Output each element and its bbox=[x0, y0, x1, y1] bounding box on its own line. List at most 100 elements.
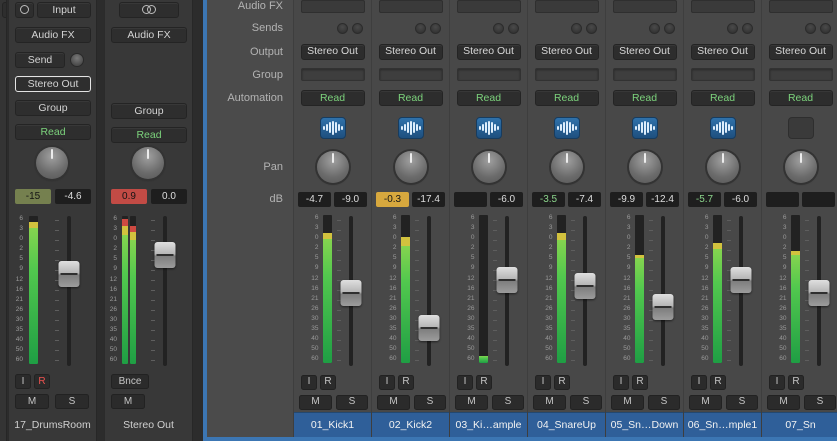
pan-knob[interactable] bbox=[784, 150, 817, 183]
record-enable-button[interactable]: R bbox=[398, 374, 414, 390]
volume-fader[interactable] bbox=[336, 212, 365, 370]
pan-knob[interactable] bbox=[550, 150, 583, 183]
pan-knob[interactable] bbox=[472, 150, 505, 183]
audio-fx-slot-button[interactable]: Audio FX bbox=[15, 27, 91, 43]
solo-button[interactable]: S bbox=[648, 394, 680, 410]
input-slot-button[interactable]: Input bbox=[37, 2, 91, 18]
input-monitoring-button[interactable]: I bbox=[691, 374, 707, 390]
automation-mode-button[interactable]: Read bbox=[15, 124, 91, 140]
output-button[interactable]: Stereo Out bbox=[534, 43, 599, 60]
output-button[interactable]: Stereo Out bbox=[378, 43, 443, 60]
audio-fx-slot[interactable] bbox=[768, 0, 833, 13]
output-button[interactable]: Stereo Out bbox=[300, 43, 365, 60]
channel-eq-icon[interactable] bbox=[787, 116, 814, 139]
group-slot[interactable] bbox=[690, 68, 755, 81]
record-enable-button[interactable]: R bbox=[788, 374, 804, 390]
volume-display[interactable]: -6.0 bbox=[724, 191, 757, 207]
fader-handle-icon[interactable] bbox=[574, 273, 595, 299]
send-knob-icon[interactable] bbox=[742, 22, 753, 34]
fader-handle-icon[interactable] bbox=[340, 280, 361, 306]
peak-display[interactable]: -0.3 bbox=[376, 191, 409, 207]
automation-mode-button[interactable]: Read bbox=[111, 127, 187, 143]
fader-handle-icon[interactable] bbox=[418, 315, 439, 341]
channel-name[interactable]: Stereo Out bbox=[105, 419, 192, 431]
volume-display[interactable]: -17.4 bbox=[412, 191, 445, 207]
mute-button[interactable]: M bbox=[533, 394, 566, 410]
audio-fx-slot[interactable] bbox=[456, 0, 521, 13]
send-knob-icon[interactable] bbox=[337, 22, 348, 34]
mute-button[interactable]: M bbox=[299, 394, 332, 410]
output-button[interactable]: Stereo Out bbox=[612, 43, 677, 60]
volume-fader[interactable] bbox=[151, 212, 179, 370]
solo-button[interactable]: S bbox=[726, 394, 758, 410]
channel-eq-icon[interactable] bbox=[631, 116, 658, 139]
solo-button[interactable]: S bbox=[55, 394, 89, 409]
channel-name[interactable]: 17_DrumsRoom bbox=[9, 419, 96, 431]
volume-display[interactable]: -12.4 bbox=[646, 191, 679, 207]
fader-handle-icon[interactable] bbox=[730, 267, 751, 293]
input-monitoring-button[interactable]: I bbox=[301, 374, 317, 390]
group-slot[interactable] bbox=[378, 68, 443, 81]
volume-fader[interactable] bbox=[492, 212, 521, 370]
group-slot[interactable] bbox=[768, 68, 833, 81]
input-monitoring-button[interactable]: I bbox=[15, 374, 31, 389]
automation-mode-button[interactable]: Read bbox=[456, 90, 521, 106]
record-enable-button[interactable]: R bbox=[34, 374, 50, 389]
channel-eq-icon[interactable] bbox=[709, 116, 736, 139]
audio-fx-slot[interactable] bbox=[534, 0, 599, 13]
channel-name-plate[interactable]: 06_Sn…mple1 bbox=[684, 412, 761, 437]
automation-mode-button[interactable]: Read bbox=[690, 90, 755, 106]
format-button[interactable] bbox=[15, 2, 34, 18]
input-monitoring-button[interactable]: I bbox=[613, 374, 629, 390]
group-slot[interactable] bbox=[612, 68, 677, 81]
volume-display[interactable]: -7.4 bbox=[568, 191, 601, 207]
automation-mode-button[interactable]: Read bbox=[768, 90, 833, 106]
audio-fx-slot-button[interactable]: Audio FX bbox=[111, 27, 187, 43]
fader-handle-icon[interactable] bbox=[652, 294, 673, 320]
record-enable-button[interactable]: R bbox=[710, 374, 726, 390]
channel-name-plate[interactable]: 04_SnareUp bbox=[528, 412, 605, 437]
audio-fx-slot[interactable] bbox=[690, 0, 755, 13]
record-enable-button[interactable]: R bbox=[320, 374, 336, 390]
channel-name-plate[interactable]: 03_Ki…ample bbox=[450, 412, 527, 437]
format-button[interactable] bbox=[119, 2, 179, 18]
mute-button[interactable]: M bbox=[689, 394, 722, 410]
send-knob-icon[interactable] bbox=[805, 22, 816, 34]
automation-mode-button[interactable]: Read bbox=[300, 90, 365, 106]
channel-name-plate[interactable]: 01_Kick1 bbox=[294, 412, 371, 437]
volume-display[interactable]: -6.0 bbox=[490, 191, 523, 207]
record-enable-button[interactable]: R bbox=[632, 374, 648, 390]
audio-fx-slot[interactable] bbox=[300, 0, 365, 13]
pan-knob[interactable] bbox=[628, 150, 661, 183]
output-button[interactable]: Stereo Out bbox=[456, 43, 521, 60]
send-knob-icon[interactable] bbox=[352, 22, 363, 34]
peak-display[interactable] bbox=[766, 191, 799, 207]
fader-handle-icon[interactable] bbox=[154, 242, 176, 268]
volume-fader[interactable] bbox=[648, 212, 677, 370]
solo-button[interactable]: S bbox=[492, 394, 524, 410]
mute-button[interactable]: M bbox=[111, 394, 145, 409]
automation-mode-button[interactable]: Read bbox=[378, 90, 443, 106]
mute-button[interactable]: M bbox=[15, 394, 49, 409]
automation-mode-button[interactable]: Read bbox=[534, 90, 599, 106]
send-knob-icon[interactable] bbox=[508, 22, 519, 34]
input-monitoring-button[interactable]: I bbox=[379, 374, 395, 390]
mute-button[interactable]: M bbox=[455, 394, 488, 410]
fader-handle-icon[interactable] bbox=[58, 261, 80, 287]
record-enable-button[interactable]: R bbox=[476, 374, 492, 390]
volume-display[interactable]: -4.6 bbox=[55, 189, 91, 204]
channel-name-plate[interactable]: 07_Sn bbox=[762, 412, 837, 437]
group-slot[interactable] bbox=[456, 68, 521, 81]
volume-fader[interactable] bbox=[55, 212, 83, 370]
peak-display[interactable] bbox=[454, 191, 487, 207]
group-button[interactable]: Group bbox=[111, 103, 187, 119]
channel-name-plate[interactable]: 02_Kick2 bbox=[372, 412, 449, 437]
mute-button[interactable]: M bbox=[767, 394, 800, 410]
peak-display[interactable]: 0.9 bbox=[111, 189, 147, 204]
pan-knob[interactable] bbox=[132, 147, 164, 179]
audio-fx-slot[interactable] bbox=[612, 0, 677, 13]
pan-knob[interactable] bbox=[394, 150, 427, 183]
send-knob-icon[interactable] bbox=[820, 22, 831, 34]
input-monitoring-button[interactable]: I bbox=[457, 374, 473, 390]
group-button[interactable]: Group bbox=[15, 100, 91, 116]
